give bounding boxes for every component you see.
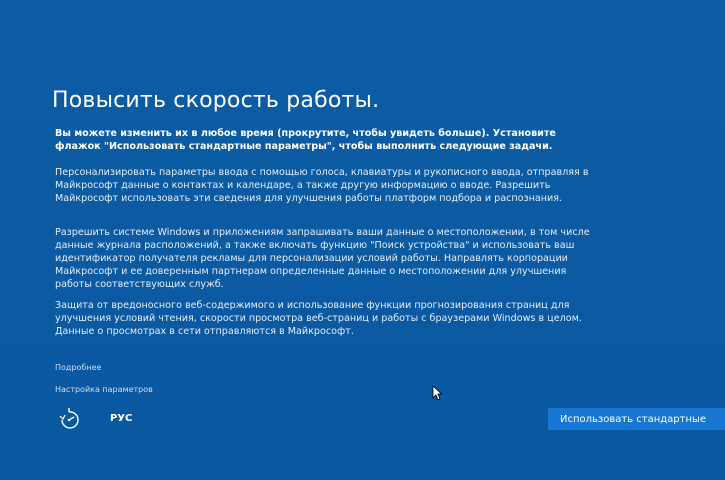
learn-more-link[interactable]: Подробнее [55, 363, 101, 372]
ease-of-access-icon[interactable] [58, 406, 80, 430]
paragraph-web-protection: Защита от вредоносного веб-содержимого и… [55, 300, 582, 337]
language-indicator[interactable]: РУС [110, 413, 132, 424]
paragraph-location: Разрешить системе Windows и приложениям … [55, 227, 590, 290]
intro-text: Вы можете изменить их в любое время (про… [55, 128, 556, 152]
paragraph-input-personalization: Персонализировать параметры ввода с помо… [55, 167, 589, 204]
page-title: Повысить скорость работы. [52, 88, 380, 113]
mouse-cursor-icon [432, 385, 443, 401]
setup-screen: Повысить скорость работы. Вы можете изме… [0, 0, 725, 480]
use-express-settings-button[interactable]: Использовать стандартные [548, 408, 725, 430]
customize-settings-link[interactable]: Настройка параметров [55, 385, 153, 394]
